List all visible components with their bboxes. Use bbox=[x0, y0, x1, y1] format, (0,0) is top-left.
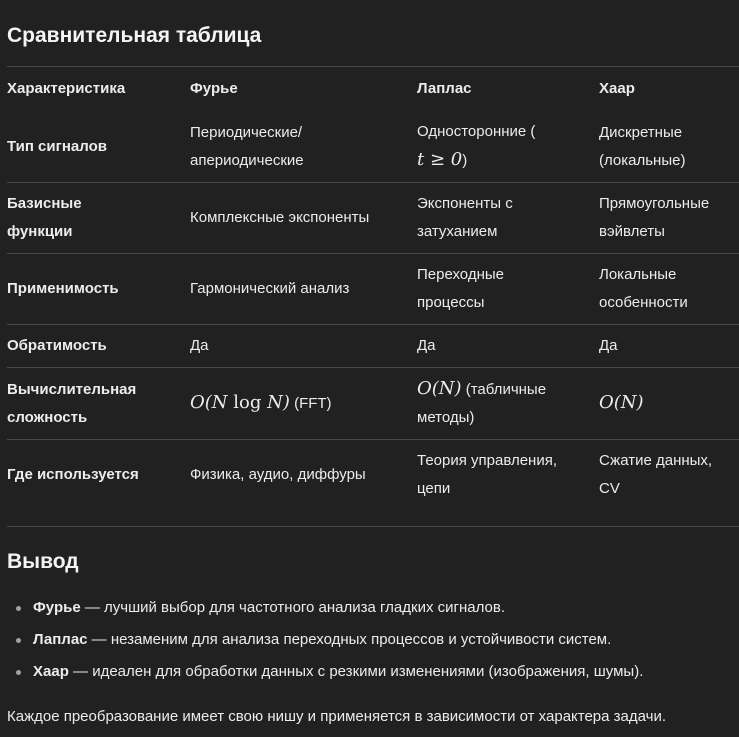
section-title-comparison: Сравнительная таблица bbox=[7, 24, 262, 47]
cell-fourier-usage: Физика, аудио, диффуры bbox=[190, 466, 366, 483]
table-row: Базисные функции Комплексные экспоненты Э… bbox=[7, 182, 739, 254]
cell-haar-usage: Сжатие данных, CV bbox=[599, 452, 713, 497]
table-header-row: Характеристика Фурье Лаплас Хаар bbox=[7, 66, 739, 111]
header-fourier: Фурье bbox=[190, 66, 417, 111]
cell-fourier-complexity: O(N log N) (FFT) bbox=[190, 367, 417, 440]
header-characteristic: Характеристика bbox=[7, 66, 190, 111]
list-item: Фурье — лучший выбор для частотного анал… bbox=[7, 594, 643, 626]
table-row: Применимость Гармонический анализ Перехо… bbox=[7, 253, 739, 325]
cell-haar-signal-type: Дискретные (локальные) bbox=[599, 111, 739, 183]
cell-laplace-signal-type: Односторонние (t ≥ 0) bbox=[417, 111, 599, 183]
math-o-n: O(N) bbox=[417, 378, 462, 399]
row-label-complexity: Вычислительная сложность bbox=[7, 367, 190, 440]
row-label-applicability: Применимость bbox=[7, 253, 190, 325]
final-paragraph: Каждое преобразование имеет свою нишу и … bbox=[7, 708, 667, 725]
comparison-table: Характеристика Фурье Лаплас Хаар Тип сиг… bbox=[7, 66, 739, 510]
row-label-invertibility: Обратимость bbox=[7, 324, 190, 368]
header-haar: Хаар bbox=[599, 66, 739, 111]
cell-haar-complexity: O(N) bbox=[599, 367, 739, 440]
cell-fourier-basis: Комплексные экспоненты bbox=[190, 182, 417, 254]
cell-laplace-invertibility: Да bbox=[417, 324, 599, 368]
table-row: Обратимость Да Да Да bbox=[7, 324, 739, 368]
header-laplace: Лаплас bbox=[417, 66, 599, 111]
cell-fourier-invertibility: Да bbox=[190, 324, 417, 368]
cell-haar-invertibility: Да bbox=[599, 324, 739, 368]
table-row: Тип сигналов Периодические/апериодически… bbox=[7, 111, 739, 183]
cell-laplace-complexity: O(N) (табличные методы) bbox=[417, 367, 599, 440]
list-item: Хаар — идеален для обработки данных с ре… bbox=[7, 658, 643, 690]
cell-laplace-basis: Экспоненты с затуханием bbox=[417, 182, 599, 254]
table-row: Вычислительная сложность O(N log N) (FFT)… bbox=[7, 367, 739, 440]
conclusion-list: Фурье — лучший выбор для частотного анал… bbox=[7, 594, 643, 690]
math-o-n-log-n: O(N log N) bbox=[190, 392, 290, 413]
row-label-signal-type: Тип сигналов bbox=[7, 111, 190, 183]
cell-haar-basis: Прямоугольные вэйвлеты bbox=[599, 182, 739, 254]
section-divider bbox=[7, 526, 739, 527]
cell-fourier-signal-type: Периодические/апериодические bbox=[190, 111, 417, 183]
cell-laplace-applicability: Переходные процессы bbox=[417, 253, 599, 325]
row-label-basis-functions: Базисные функции bbox=[7, 182, 190, 254]
math-o-n: O(N) bbox=[599, 392, 644, 413]
cell-fourier-applicability: Гармонический анализ bbox=[190, 253, 417, 325]
cell-haar-applicability: Локальные особенности bbox=[599, 253, 739, 325]
conclusion-title: Вывод bbox=[7, 550, 79, 573]
math-t-geq-0: t ≥ 0 bbox=[417, 149, 463, 170]
row-label-usage: Где используется bbox=[7, 466, 139, 483]
cell-laplace-usage: Теория управления, цепи bbox=[417, 452, 557, 497]
table-row: Где используется Физика, аудио, диффуры … bbox=[7, 440, 739, 511]
list-item: Лаплас — незаменим для анализа переходны… bbox=[7, 626, 643, 658]
